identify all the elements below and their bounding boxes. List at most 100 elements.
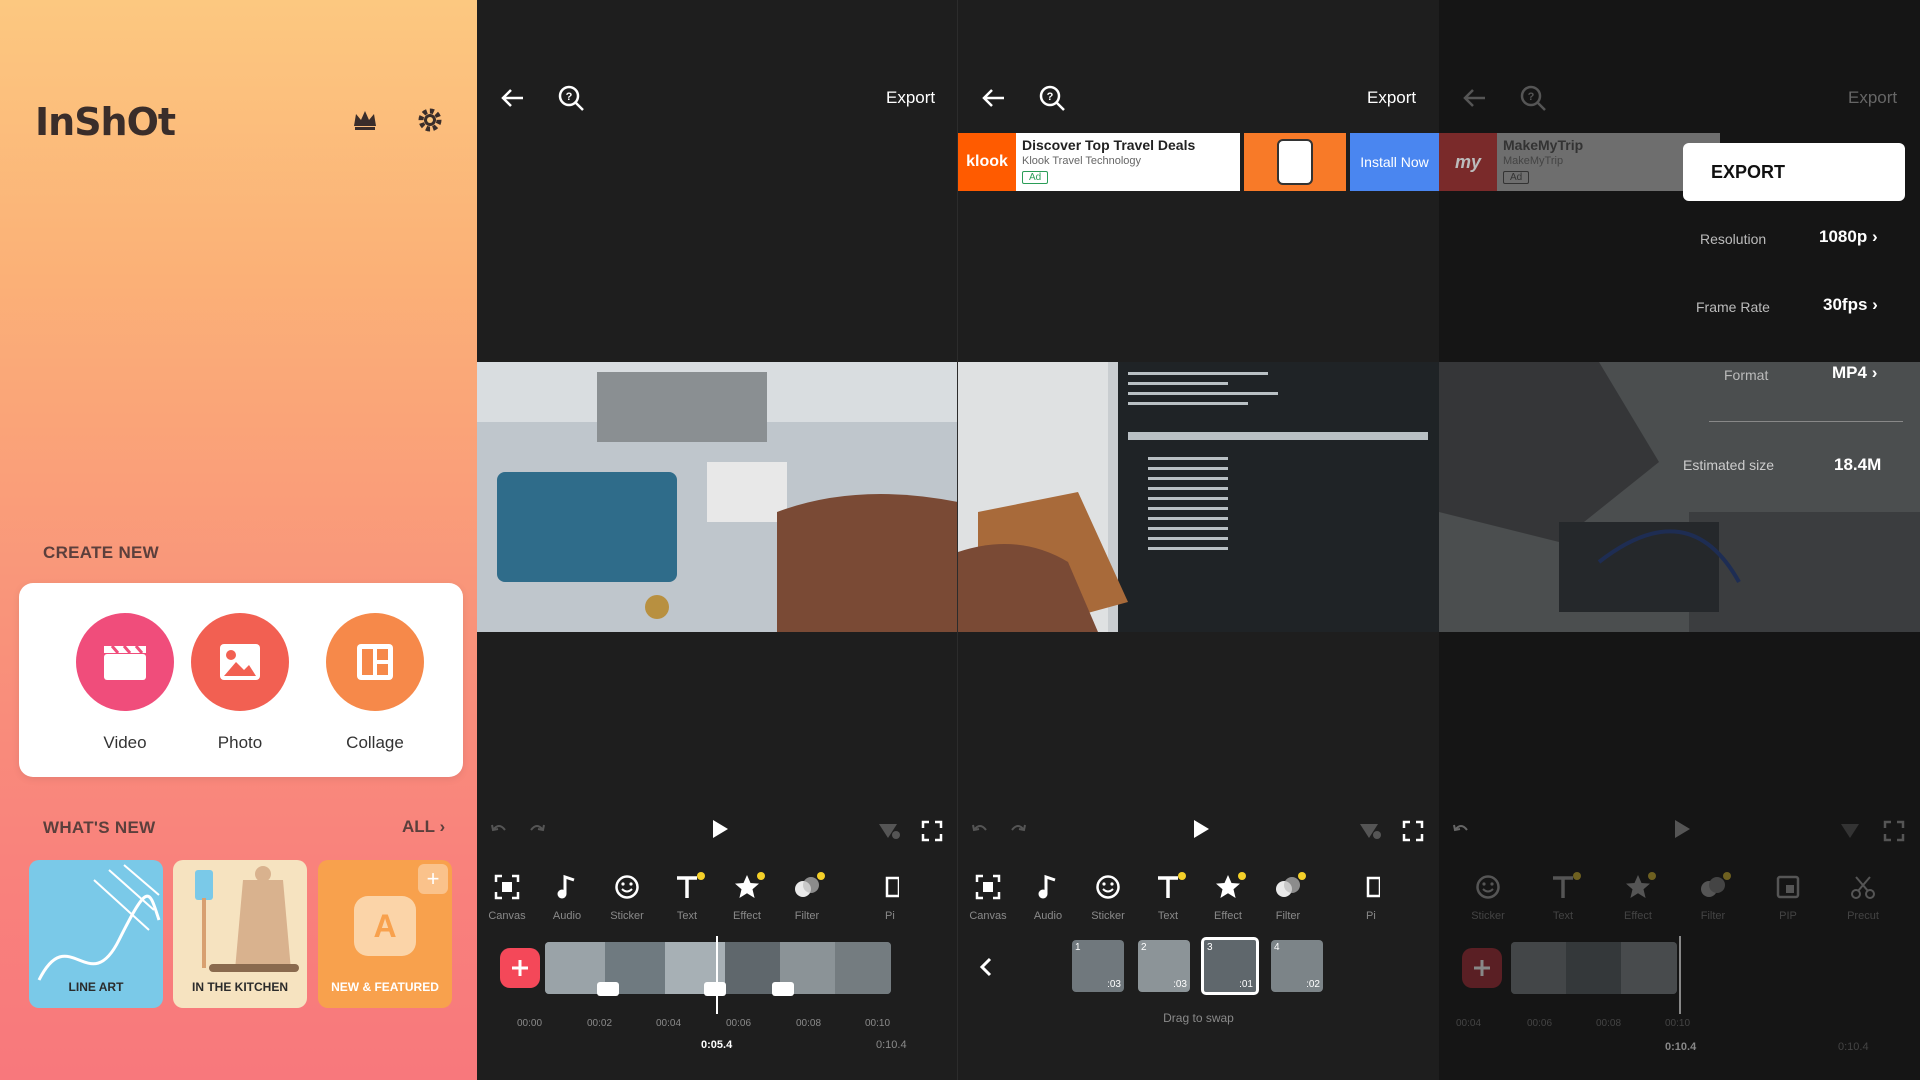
video-preview[interactable] (477, 362, 958, 632)
clip-thumb-4[interactable]: 4 :02 (1271, 940, 1323, 992)
tool-audio[interactable]: Audio (537, 872, 597, 922)
play-icon[interactable] (1672, 818, 1692, 840)
ad-brand-logo: my (1439, 133, 1497, 191)
pip-icon (1776, 875, 1800, 899)
fullscreen-icon[interactable] (1883, 820, 1905, 842)
smiley-icon (1476, 875, 1500, 899)
timeline-clips[interactable] (1511, 942, 1677, 994)
create-video-button[interactable]: Video (75, 613, 175, 753)
chevron-right-icon: › (439, 817, 446, 836)
tool-canvas[interactable]: Canvas (958, 872, 1018, 922)
tool-pip[interactable]: PIP (1758, 872, 1818, 922)
tool-effect[interactable]: Effect (1608, 872, 1668, 922)
tool-audio[interactable]: Audio (1018, 872, 1078, 922)
undo-icon[interactable] (970, 820, 990, 840)
create-video-circle (76, 613, 174, 711)
playhead[interactable] (716, 936, 718, 1014)
new-card-new-featured[interactable]: + A NEW & FEATURED (318, 860, 452, 1008)
collage-icon (357, 644, 393, 680)
export-button[interactable]: Export (1367, 88, 1416, 108)
undo-icon[interactable] (1451, 820, 1471, 840)
transition-marker[interactable] (704, 982, 726, 996)
tool-filter[interactable]: Filter (1258, 872, 1318, 922)
estimated-size-label: Estimated size (1683, 457, 1775, 473)
tool-label: Audio (1033, 910, 1063, 922)
video-preview[interactable] (958, 362, 1439, 632)
tool-label: Precut (1847, 910, 1879, 922)
tool-label: Pi (1366, 910, 1376, 922)
create-collage-button[interactable]: Collage (325, 613, 425, 753)
tool-label: Effect (1214, 910, 1242, 922)
clip-thumb-3-selected[interactable]: 3 :01 (1201, 937, 1259, 995)
export-button[interactable]: Export (886, 88, 935, 108)
keyframe-icon[interactable] (1358, 820, 1382, 842)
keyframe-icon[interactable] (1839, 820, 1863, 842)
help-search-icon[interactable]: ? (557, 84, 585, 112)
export-button[interactable]: Export (1848, 88, 1897, 108)
transition-marker[interactable] (597, 982, 619, 996)
back-arrow-icon[interactable] (980, 84, 1008, 112)
play-icon[interactable] (710, 818, 730, 840)
create-video-label: Video (103, 733, 147, 752)
plus-icon (512, 960, 528, 976)
transition-marker[interactable] (772, 982, 794, 996)
add-clip-button[interactable] (1462, 948, 1502, 988)
tool-sticker[interactable]: Sticker (1078, 872, 1138, 922)
clip-index: 1 (1075, 942, 1081, 953)
all-link[interactable]: ALL › (402, 817, 445, 837)
clip-thumb-1[interactable]: 1 :03 (1072, 940, 1124, 992)
ad-install-button[interactable]: Install Now (1350, 133, 1439, 191)
back-arrow-icon[interactable] (499, 84, 527, 112)
tool-sticker[interactable]: Sticker (1458, 872, 1518, 922)
resolution-value[interactable]: 1080p › (1819, 227, 1878, 247)
keyframe-icon[interactable] (877, 820, 901, 842)
tool-sticker[interactable]: Sticker (597, 872, 657, 922)
clip-index: 3 (1207, 942, 1213, 953)
tool-text[interactable]: Text (657, 872, 717, 922)
tool-filter[interactable]: Filter (777, 872, 837, 922)
tool-label: Audio (552, 910, 582, 922)
tool-effect[interactable]: Effect (1198, 872, 1258, 922)
crown-icon[interactable] (351, 106, 379, 134)
tool-precut[interactable]: Precut (1833, 872, 1893, 922)
undo-icon[interactable] (489, 820, 509, 840)
canvas-icon (975, 874, 1001, 900)
new-indicator-dot (1723, 872, 1731, 880)
fullscreen-icon[interactable] (1402, 820, 1424, 842)
chevron-left-icon[interactable] (978, 957, 994, 977)
ad-banner[interactable]: my MakeMyTrip MakeMyTrip Ad (1439, 133, 1720, 191)
export-confirm-button[interactable]: EXPORT (1683, 143, 1905, 201)
estimated-size-value: 18.4M (1834, 455, 1882, 474)
clip-thumb-2[interactable]: 2 :03 (1138, 940, 1190, 992)
create-photo-button[interactable]: Photo (190, 613, 290, 753)
redo-icon[interactable] (1008, 820, 1028, 840)
playhead[interactable] (1679, 936, 1681, 1014)
new-card-line-art[interactable]: LINE ART (29, 860, 163, 1008)
frame-rate-value[interactable]: 30fps › (1823, 295, 1878, 315)
add-clip-button[interactable] (500, 948, 540, 988)
gear-icon[interactable] (416, 106, 444, 134)
chevron-right-icon: › (1871, 227, 1878, 246)
tool-canvas[interactable]: Canvas (477, 872, 537, 922)
tool-label: Sticker (610, 910, 644, 922)
help-search-icon[interactable]: ? (1519, 84, 1547, 112)
tool-pip[interactable]: Pi (837, 872, 958, 922)
play-icon[interactable] (1191, 818, 1211, 840)
create-new-card: Video Photo Collage (19, 583, 463, 777)
editor-screen-2: ? Export klook Discover Top Travel Deals… (958, 0, 1439, 1080)
help-search-icon[interactable]: ? (1038, 84, 1066, 112)
tool-effect[interactable]: Effect (717, 872, 777, 922)
format-value[interactable]: MP4 › (1832, 363, 1877, 383)
tool-text[interactable]: Text (1533, 872, 1593, 922)
tool-pip[interactable]: Pi (1318, 872, 1439, 922)
new-card-in-the-kitchen[interactable]: IN THE KITCHEN (173, 860, 307, 1008)
ad-banner[interactable]: klook Discover Top Travel Deals Klook Tr… (958, 133, 1439, 191)
redo-icon[interactable] (527, 820, 547, 840)
app-logo: InShOt (35, 100, 176, 144)
fullscreen-icon[interactable] (921, 820, 943, 842)
tool-filter[interactable]: Filter (1683, 872, 1743, 922)
back-arrow-icon[interactable] (1461, 84, 1489, 112)
video-frame-image (958, 362, 1439, 632)
tool-text[interactable]: Text (1138, 872, 1198, 922)
clip-duration: :02 (1306, 979, 1320, 990)
